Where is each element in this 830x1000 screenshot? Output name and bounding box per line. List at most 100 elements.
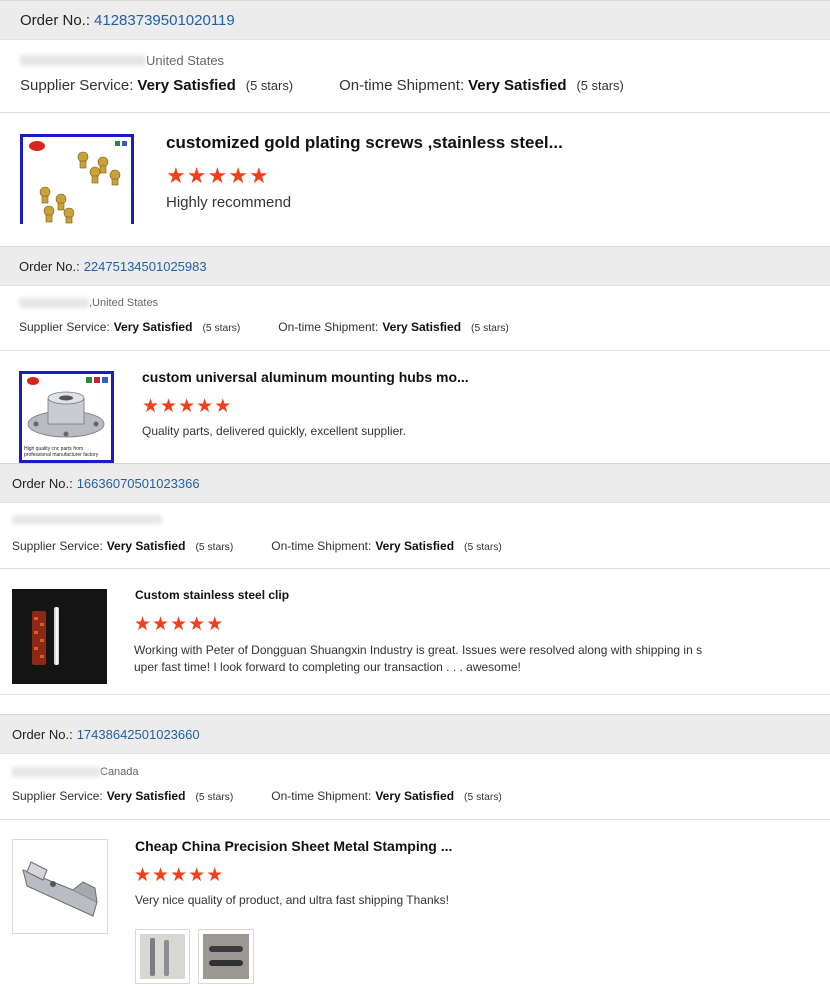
steel-clip-image bbox=[32, 607, 59, 665]
product-title-link[interactable]: customized gold plating screws ,stainles… bbox=[166, 133, 563, 153]
review-comment: Quality parts, delivered quickly, excell… bbox=[142, 424, 406, 438]
star-rating: ★ ★ ★ ★ ★ bbox=[166, 165, 270, 187]
supplier-service-value: Very Satisfied bbox=[106, 789, 186, 803]
order-number-link[interactable]: 17438642501023660 bbox=[77, 727, 200, 742]
product-title-link[interactable]: Custom stainless steel clip bbox=[135, 588, 289, 602]
supplier-service-label: Supplier Service: bbox=[19, 320, 110, 334]
star-icon: ★ bbox=[166, 163, 187, 188]
order-label: Order No.: bbox=[20, 11, 91, 29]
star-icon: ★ bbox=[188, 614, 207, 635]
order-label: Order No.: bbox=[19, 258, 80, 274]
shipment-label: On-time Shipment: bbox=[271, 789, 372, 803]
review-photo[interactable] bbox=[135, 929, 190, 984]
star-icon: ★ bbox=[142, 396, 161, 417]
buyer-name-redacted bbox=[12, 767, 100, 777]
supplier-service-stars: (5 stars) bbox=[195, 542, 234, 553]
shipment-value: Very Satisfied bbox=[468, 77, 567, 94]
review-comment: Highly recommend bbox=[166, 194, 292, 211]
star-rating: ★ ★ ★ ★ ★ bbox=[142, 397, 232, 416]
shipment-value: Very Satisfied bbox=[382, 320, 462, 334]
buyer-location: United States bbox=[146, 52, 225, 68]
shipment-label: On-time Shipment: bbox=[271, 539, 372, 553]
star-icon: ★ bbox=[170, 865, 189, 886]
ratings-summary: Supplier Service: Very Satisfied (5 star… bbox=[12, 789, 502, 803]
star-icon: ★ bbox=[134, 865, 153, 886]
buyer-location: ,United States bbox=[89, 297, 159, 309]
star-icon: ★ bbox=[178, 396, 197, 417]
star-icon: ★ bbox=[152, 614, 171, 635]
buyer-info bbox=[12, 513, 162, 525]
sheet-metal-image bbox=[22, 861, 98, 917]
star-icon: ★ bbox=[186, 163, 208, 188]
supplier-service-stars: (5 stars) bbox=[245, 78, 294, 93]
order-header: Order No.: 41283739501020119 bbox=[0, 0, 830, 40]
buyer-location: Canada bbox=[100, 766, 139, 778]
supplier-service-value: Very Satisfied bbox=[106, 539, 186, 553]
product-title-link[interactable]: Cheap China Precision Sheet Metal Stampi… bbox=[135, 838, 452, 854]
shipment-stars: (5 stars) bbox=[464, 542, 502, 553]
buyer-info: United States bbox=[20, 52, 224, 68]
brand-logo-icon bbox=[29, 141, 45, 151]
shipment-stars: (5 stars) bbox=[464, 792, 502, 803]
product-thumbnail[interactable] bbox=[12, 839, 108, 934]
gold-screws-image bbox=[29, 141, 127, 224]
shipment-label: On-time Shipment: bbox=[278, 320, 379, 334]
order-label: Order No.: bbox=[12, 726, 73, 742]
star-icon: ★ bbox=[152, 865, 171, 886]
ratings-summary: Supplier Service: Very Satisfied (5 star… bbox=[12, 539, 502, 553]
review-photo[interactable] bbox=[198, 929, 254, 984]
divider bbox=[0, 819, 830, 820]
ratings-summary: Supplier Service: Very Satisfied (5 star… bbox=[20, 77, 624, 94]
thumbnail-caption: High quality cnc parts from professional… bbox=[24, 446, 99, 458]
star-icon: ★ bbox=[214, 396, 233, 417]
review-photo-image bbox=[203, 934, 249, 979]
buyer-name-redacted bbox=[19, 298, 89, 308]
star-icon: ★ bbox=[134, 614, 153, 635]
star-icon: ★ bbox=[170, 614, 189, 635]
shipment-stars: (5 stars) bbox=[576, 78, 624, 93]
supplier-service-stars: (5 stars) bbox=[202, 323, 241, 334]
product-thumbnail[interactable] bbox=[20, 134, 134, 224]
star-icon: ★ bbox=[206, 614, 225, 635]
order-number-link[interactable]: 41283739501020119 bbox=[94, 12, 235, 29]
supplier-service-label: Supplier Service: bbox=[12, 539, 103, 553]
order-number-link[interactable]: 22475134501025983 bbox=[84, 259, 207, 274]
review-photo-image bbox=[140, 934, 185, 979]
shipment-label: On-time Shipment: bbox=[339, 77, 465, 94]
star-rating: ★ ★ ★ ★ ★ bbox=[134, 615, 224, 634]
star-icon: ★ bbox=[188, 865, 207, 886]
product-thumbnail[interactable]: High quality cnc parts from professional… bbox=[19, 371, 114, 463]
supplier-service-label: Supplier Service: bbox=[20, 77, 134, 94]
order-header: Order No.: 16636070501023366 bbox=[0, 463, 830, 503]
order-header: Order No.: 22475134501025983 bbox=[0, 246, 830, 286]
order-label: Order No.: bbox=[12, 475, 73, 491]
star-icon: ★ bbox=[207, 163, 229, 188]
divider bbox=[0, 112, 830, 113]
star-icon: ★ bbox=[228, 163, 249, 188]
divider bbox=[0, 350, 830, 351]
star-icon: ★ bbox=[196, 396, 215, 417]
buyer-info: ,United States bbox=[19, 296, 158, 310]
buyer-name-redacted bbox=[12, 514, 162, 524]
shipment-value: Very Satisfied bbox=[375, 539, 455, 553]
review-comment-line: uper fast time! I look forward to comple… bbox=[134, 660, 521, 674]
shipment-stars: (5 stars) bbox=[471, 323, 509, 334]
buyer-info: Canada bbox=[12, 765, 139, 779]
product-title-link[interactable]: custom universal aluminum mounting hubs … bbox=[142, 369, 469, 385]
buyer-name-redacted bbox=[20, 54, 146, 66]
divider bbox=[0, 694, 830, 695]
order-number-link[interactable]: 16636070501023366 bbox=[77, 476, 200, 491]
brand-logo-icon bbox=[27, 377, 39, 385]
supplier-service-stars: (5 stars) bbox=[195, 792, 234, 803]
ratings-summary: Supplier Service: Very Satisfied (5 star… bbox=[19, 320, 509, 334]
supplier-service-value: Very Satisfied bbox=[113, 320, 193, 334]
divider bbox=[0, 568, 830, 569]
order-header: Order No.: 17438642501023660 bbox=[0, 714, 830, 754]
star-icon: ★ bbox=[206, 865, 225, 886]
star-rating: ★ ★ ★ ★ ★ bbox=[134, 866, 224, 885]
supplier-service-value: Very Satisfied bbox=[137, 77, 236, 94]
product-thumbnail[interactable] bbox=[12, 589, 107, 684]
review-comment: Very nice quality of product, and ultra … bbox=[135, 893, 449, 907]
supplier-service-label: Supplier Service: bbox=[12, 789, 103, 803]
review-comment: Working with Peter of Dongguan Shuangxin… bbox=[134, 642, 702, 676]
